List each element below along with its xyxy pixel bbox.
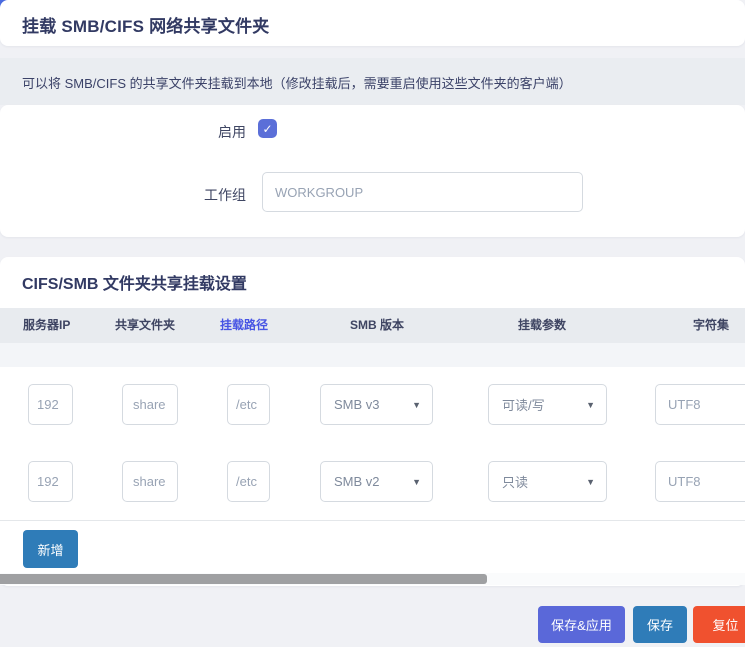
table-row: SMB v3 ▼ 可读/写 ▼ (0, 367, 745, 445)
header-card: 挂载 SMB/CIFS 网络共享文件夹 (0, 0, 745, 46)
mount-path-input[interactable] (227, 461, 270, 502)
chevron-down-icon: ▼ (412, 477, 432, 487)
server-ip-input[interactable] (28, 461, 73, 502)
smb-version-value: SMB v3 (321, 397, 412, 412)
add-row-button[interactable]: 新增 (23, 530, 78, 568)
smb-version-value: SMB v2 (321, 474, 412, 489)
chevron-down-icon: ▼ (586, 477, 606, 487)
workgroup-label: 工作组 (0, 185, 246, 205)
column-header-smb-version: SMB 版本 (350, 308, 404, 343)
mount-params-select[interactable]: 可读/写 ▼ (488, 384, 607, 425)
column-header-charset: 字符集 (693, 308, 729, 343)
description-band: 可以将 SMB/CIFS 的共享文件夹挂载到本地（修改挂载后，需要重启使用这些文… (0, 58, 745, 105)
column-header-server-ip: 服务器IP (23, 308, 70, 343)
column-header-share-folder: 共享文件夹 (115, 308, 175, 343)
share-folder-input[interactable] (122, 461, 178, 502)
mount-settings-card: CIFS/SMB 文件夹共享挂载设置 服务器IP 共享文件夹 挂载路径 SMB … (0, 257, 745, 586)
mount-params-select[interactable]: 只读 ▼ (488, 461, 607, 502)
section-title: CIFS/SMB 文件夹共享挂载设置 (22, 270, 247, 294)
save-apply-button[interactable]: 保存&应用 (538, 606, 625, 643)
share-folder-input[interactable] (122, 384, 178, 425)
page: 挂载 SMB/CIFS 网络共享文件夹 可以将 SMB/CIFS 的共享文件夹挂… (0, 0, 745, 647)
page-title: 挂载 SMB/CIFS 网络共享文件夹 (0, 0, 745, 37)
column-header-mount-path[interactable]: 挂载路径 (220, 308, 268, 343)
page-description: 可以将 SMB/CIFS 的共享文件夹挂载到本地（修改挂载后，需要重启使用这些文… (22, 73, 572, 92)
table-subheader-strip (0, 343, 745, 368)
smb-version-select[interactable]: SMB v2 ▼ (320, 461, 433, 502)
save-button[interactable]: 保存 (633, 606, 687, 643)
enable-label: 启用 (0, 122, 246, 142)
enable-checkbox[interactable]: ✓ (258, 119, 277, 138)
smb-version-select[interactable]: SMB v3 ▼ (320, 384, 433, 425)
workgroup-input[interactable] (262, 172, 583, 212)
column-header-mount-params: 挂载参数 (518, 308, 566, 343)
mount-params-value: 可读/写 (489, 395, 586, 414)
server-ip-input[interactable] (28, 384, 73, 425)
horizontal-scrollbar (0, 573, 745, 585)
mount-path-input[interactable] (227, 384, 270, 425)
mount-params-value: 只读 (489, 472, 586, 491)
charset-input[interactable] (655, 384, 745, 425)
general-settings-card: 启用 ✓ 工作组 (0, 105, 745, 237)
table-row: SMB v2 ▼ 只读 ▼ (0, 444, 745, 521)
chevron-down-icon: ▼ (412, 400, 432, 410)
table-header-row: 服务器IP 共享文件夹 挂载路径 SMB 版本 挂载参数 字符集 (0, 308, 745, 343)
chevron-down-icon: ▼ (586, 400, 606, 410)
charset-input[interactable] (655, 461, 745, 502)
scrollbar-thumb[interactable] (0, 574, 487, 584)
check-icon: ✓ (262, 123, 272, 135)
reset-button[interactable]: 复位 (693, 606, 745, 643)
